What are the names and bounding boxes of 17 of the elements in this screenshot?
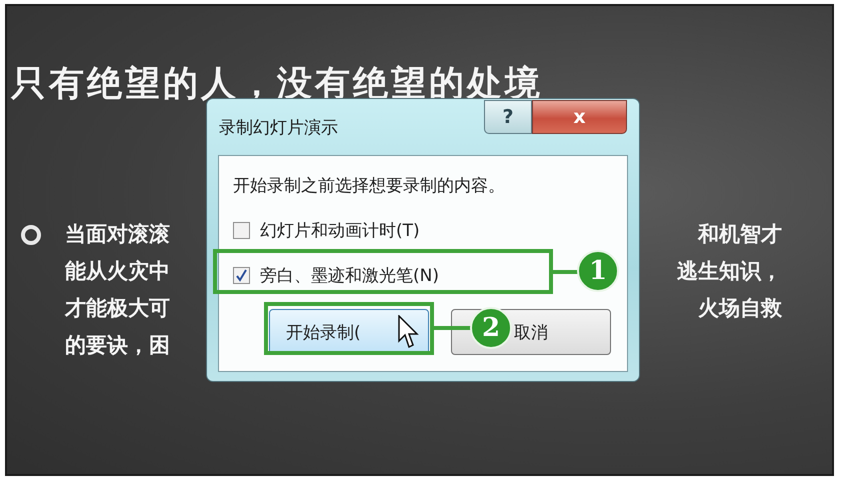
- slide-text: 逃生知识，: [677, 257, 782, 284]
- slide-text: 的要诀，困: [65, 331, 170, 358]
- close-button[interactable]: x: [532, 100, 627, 134]
- slide-text: 能从火灾中: [65, 257, 170, 284]
- slide-text: 火场自救: [698, 294, 782, 321]
- slide-text: 才能极大可: [65, 294, 170, 321]
- checkbox[interactable]: [233, 222, 250, 239]
- checkbox[interactable]: [233, 267, 250, 284]
- bullet-icon: [21, 225, 41, 245]
- help-button[interactable]: ?: [484, 100, 532, 134]
- checkbox-label: 旁白、墨迹和激光笔(N): [260, 265, 439, 287]
- slide-text: 和机智才: [698, 220, 782, 247]
- dialog-title: 录制幻灯片演示: [219, 117, 338, 139]
- slide-text: 当面对滚滚: [65, 220, 170, 247]
- prompt-text: 开始录制之前选择想要录制的内容。: [233, 175, 506, 197]
- checkbox-label: 幻灯片和动画计时(T): [260, 220, 420, 242]
- cursor-icon: [398, 315, 420, 349]
